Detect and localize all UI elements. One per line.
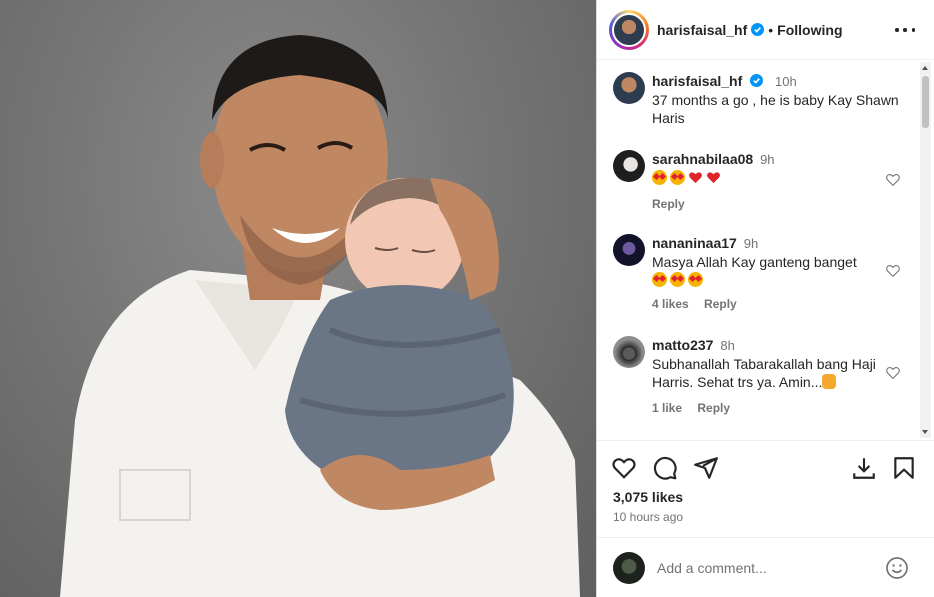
caption-text: 37 months a go , he is baby Kay Shawn Ha… <box>652 92 899 126</box>
save-bookmark-icon[interactable] <box>891 455 917 481</box>
verified-badge-icon <box>751 23 765 36</box>
comment-input[interactable]: Add a comment... <box>657 560 767 576</box>
caption-username[interactable]: harisfaisal_hf <box>652 73 742 89</box>
comments-scrollbar[interactable] <box>920 62 931 438</box>
emoji-picker-icon[interactable] <box>885 556 909 580</box>
like-heart-icon[interactable] <box>611 455 637 481</box>
comment-emojis <box>652 271 882 289</box>
caption-time: 10h <box>775 74 797 89</box>
post-timestamp: 10 hours ago <box>613 510 684 524</box>
post-image-illustration <box>60 35 580 597</box>
star-eyes-emoji <box>652 272 667 287</box>
more-options-icon[interactable] <box>895 20 915 40</box>
star-eyes-emoji <box>688 272 703 287</box>
post-header: harisfaisal_hf • Following <box>597 0 934 60</box>
comment-time: 9h <box>743 236 759 251</box>
post-side-panel: harisfaisal_hf • Following harisfaisal_h… <box>596 0 934 597</box>
author-username[interactable]: harisfaisal_hf <box>657 22 747 38</box>
verified-badge-icon <box>750 74 764 87</box>
download-icon[interactable] <box>851 455 877 481</box>
like-comment-heart-icon[interactable] <box>885 365 901 381</box>
reply-link[interactable]: Reply <box>697 401 730 415</box>
comment-text: Subhanallah Tabarakallah bang Haji Harri… <box>652 356 876 390</box>
commenter-username[interactable]: sarahnabilaa08 <box>652 151 753 167</box>
author-avatar-ring[interactable] <box>609 9 649 50</box>
post-actions: 3,075 likes 10 hours ago <box>597 440 934 540</box>
commenter-username[interactable]: matto237 <box>652 337 713 353</box>
comment-composer: Add a comment... <box>597 537 934 597</box>
like-count[interactable]: 3,075 likes <box>613 489 683 505</box>
scroll-down-arrow-icon[interactable] <box>922 430 928 434</box>
star-eyes-emoji <box>652 170 667 185</box>
comment-text <box>652 169 882 187</box>
comment-time: 8h <box>720 338 735 353</box>
like-comment-heart-icon[interactable] <box>885 263 901 279</box>
reply-link[interactable]: Reply <box>652 197 685 211</box>
post-photo[interactable] <box>0 0 596 597</box>
comment-like-count[interactable]: 1 like <box>652 401 682 415</box>
author-avatar[interactable] <box>612 12 646 47</box>
reply-link[interactable]: Reply <box>704 297 737 311</box>
red-heart-emoji <box>689 172 702 184</box>
header-separator: • <box>768 21 774 38</box>
comment-time: 9h <box>760 152 775 167</box>
star-eyes-emoji <box>670 272 685 287</box>
commenter-avatar[interactable] <box>613 234 645 266</box>
scroll-up-arrow-icon[interactable] <box>922 66 928 70</box>
red-heart-emoji <box>707 172 720 184</box>
following-button[interactable]: Following <box>777 22 842 38</box>
commenter-avatar[interactable] <box>613 150 645 182</box>
comments-list[interactable]: harisfaisal_hf 10h 37 months a go , he i… <box>597 60 923 440</box>
palms-up-emoji <box>822 374 837 389</box>
commenter-username[interactable]: nananinaa17 <box>652 235 737 251</box>
commenter-avatar[interactable] <box>613 336 645 368</box>
share-paper-plane-icon[interactable] <box>693 455 719 481</box>
like-comment-heart-icon[interactable] <box>885 172 901 188</box>
star-eyes-emoji <box>670 170 685 185</box>
comment-text: Masya Allah Kay ganteng banget <box>652 254 857 270</box>
caption-avatar[interactable] <box>613 72 645 104</box>
scrollbar-thumb[interactable] <box>922 76 929 128</box>
comment-bubble-icon[interactable] <box>652 455 678 481</box>
comment-like-count[interactable]: 4 likes <box>652 297 689 311</box>
viewer-avatar <box>613 552 645 584</box>
